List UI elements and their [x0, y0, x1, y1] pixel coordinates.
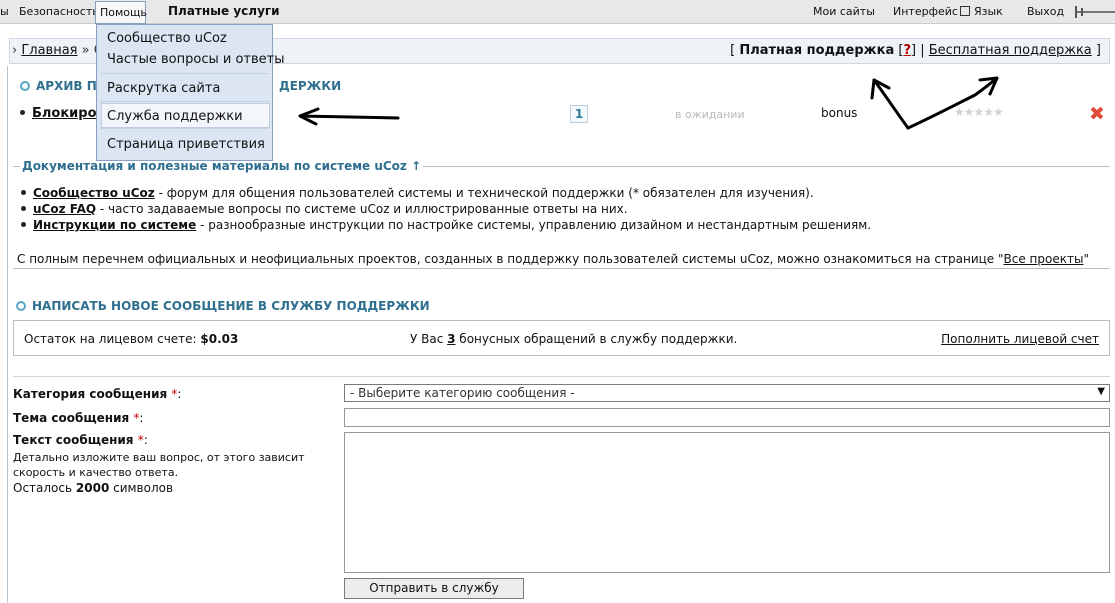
divider [13, 376, 1110, 377]
toolbar-item-my-sites[interactable]: Мои сайты [813, 5, 875, 18]
docs-link-community[interactable]: Сообщество uCoz [33, 186, 155, 200]
message-hint: Детально изложите ваш вопрос, от этого з… [13, 451, 305, 479]
menu-item-welcome[interactable]: Страница приветствия [107, 137, 265, 152]
chevron-down-icon: ▼ [1097, 386, 1105, 397]
archive-heading-tail: ДЕРЖКИ [279, 79, 342, 93]
paid-support-help-link[interactable]: ? [903, 43, 911, 58]
help-dropdown-menu: Сообщество uCoz Частые вопросы и ответы … [96, 24, 284, 161]
toolbar-item-language[interactable]: Язык [974, 5, 1003, 18]
top-toolbar: ы Безопасность Помощь Платные услуги Мои… [0, 0, 1115, 24]
docs-footer: С полным перечнем официальных и неофициа… [17, 252, 1089, 266]
menu-item-support[interactable]: Служба поддержки [107, 109, 243, 124]
bracket: ] [1095, 43, 1101, 58]
balance-info: Остаток на лицевом счете: $0.03 [24, 332, 239, 346]
docs-item-desc: - часто задаваемые вопросы по системе uC… [96, 202, 628, 216]
breadcrumb-home-link[interactable]: Главная [21, 43, 77, 58]
toolbar-item-partial[interactable]: ы [0, 5, 9, 18]
section-bullet-icon [20, 81, 30, 91]
docs-box: Документация и полезные материалы по сис… [13, 159, 1110, 269]
docs-footer-text: С полным перечнем официальных и неофициа… [17, 252, 1004, 266]
toolbar-slider[interactable] [1071, 6, 1115, 18]
breadcrumb-sep: » [81, 43, 90, 58]
toolbar-item-help[interactable]: Помощь [95, 1, 147, 24]
chars-remaining-count: 2000 [75, 481, 110, 495]
menu-item-community[interactable]: Сообщество uCoz [107, 31, 227, 46]
category-label: Категория сообщения *: [13, 387, 182, 401]
ticket-type: bonus [821, 106, 858, 120]
ticket-status: в ожидании [675, 108, 745, 121]
breadcrumb-sep: › [12, 43, 18, 58]
submit-button[interactable]: Отправить в службу поддержки [344, 578, 524, 603]
new-message-heading: НАПИСАТЬ НОВОЕ СООБЩЕНИЕ В СЛУЖБУ ПОДДЕР… [16, 299, 430, 313]
subject-label: Тема сообщения *: [13, 411, 144, 425]
docs-item: Сообщество uCoz - форум для общения поль… [21, 186, 814, 200]
ticket-subject-link[interactable]: Блокиров [32, 106, 105, 121]
toolbar-item-security[interactable]: Безопасность [19, 5, 99, 18]
delete-icon[interactable]: ✖ [1089, 103, 1105, 125]
docs-heading: Документация и полезные материалы по сис… [20, 159, 424, 173]
toolbar-help-label: Помощь [100, 6, 147, 19]
bullet-icon [21, 190, 26, 195]
bullet-icon [20, 110, 25, 115]
menu-item-faq[interactable]: Частые вопросы и ответы [107, 52, 284, 67]
category-select-value: - Выберите категорию сообщения - [350, 386, 575, 400]
docs-item: Инструкции по системе - разнообразные ин… [21, 218, 871, 232]
docs-item-desc: - форум для общения пользователей систем… [154, 186, 814, 200]
menu-item-promotion[interactable]: Раскрутка сайта [107, 81, 220, 96]
docs-link-faq[interactable]: uCoz FAQ [33, 202, 96, 216]
bullet-icon [21, 222, 26, 227]
separator: | [920, 43, 925, 58]
interface-label: Интерфейс [893, 5, 958, 18]
topup-account-link[interactable]: Пополнить лицевой счет [941, 332, 1099, 346]
balance-amount: $0.03 [200, 332, 239, 346]
archive-heading: АРХИВ ПЕ [20, 79, 105, 93]
bracket: [ [730, 43, 736, 58]
ticket-reply-count: 1 [570, 105, 588, 123]
all-projects-link[interactable]: Все проекты [1004, 252, 1084, 266]
chars-remaining: Осталось 2000 символов [13, 481, 174, 495]
content-left-border [7, 66, 8, 603]
free-support-link[interactable]: Бесплатная поддержка [929, 43, 1092, 58]
docs-item-desc: - разнообразные инструкции по настройке … [196, 218, 872, 232]
docs-item: uCoz FAQ - часто задаваемые вопросы по с… [21, 202, 628, 216]
interface-checkbox[interactable] [959, 6, 970, 16]
bullet-icon [21, 206, 26, 211]
section-bullet-icon [16, 301, 26, 311]
text-label: Текст сообщения *: [13, 433, 148, 447]
bracket: ] [910, 43, 917, 58]
rating-stars-icon[interactable]: ★★★★★ [954, 105, 1004, 119]
toolbar-item-paid-services[interactable]: Платные услуги [168, 4, 280, 18]
docs-footer-quote: " [1083, 252, 1089, 266]
paid-support-label: Платная поддержка [739, 43, 895, 58]
balance-box: Остаток на лицевом счете: $0.03 У Вас 3 … [13, 320, 1110, 356]
subject-input[interactable] [344, 408, 1110, 427]
docs-link-instructions[interactable]: Инструкции по системе [33, 218, 196, 232]
toolbar-item-interface[interactable]: Интерфейс [893, 5, 970, 18]
support-type-switch: [ Платная поддержка [?] | Бесплатная под… [730, 43, 1101, 58]
toolbar-item-logout[interactable]: Выход [1027, 5, 1064, 18]
category-select[interactable]: - Выберите категорию сообщения - ▼ [344, 384, 1110, 402]
bonus-info: У Вас 3 бонусных обращений в службу подд… [410, 332, 738, 346]
message-textarea[interactable] [344, 432, 1110, 573]
